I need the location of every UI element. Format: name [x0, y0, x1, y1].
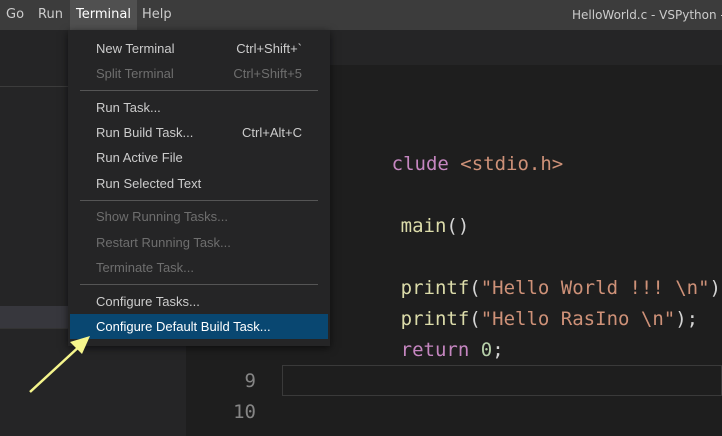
paren-close: );: [675, 308, 699, 330]
menu-separator: [80, 200, 318, 201]
terminal-menu: New Terminal Ctrl+Shift+` Split Terminal…: [68, 30, 330, 346]
menu-new-terminal[interactable]: New Terminal Ctrl+Shift+`: [70, 36, 328, 61]
menu-bar: Go Run Terminal Help HelloWorld.c - VSPy…: [0, 0, 722, 30]
menu-terminal[interactable]: Terminal: [70, 0, 137, 30]
menu-configure-tasks[interactable]: Configure Tasks...: [70, 289, 328, 314]
menu-item-label: Configure Default Build Task...: [96, 319, 271, 334]
line-number-10: 10: [233, 401, 256, 423]
menu-item-label: Run Build Task...: [96, 125, 194, 140]
menu-run-selected-text[interactable]: Run Selected Text: [70, 171, 328, 196]
menu-run-build-task[interactable]: Run Build Task... Ctrl+Alt+C: [70, 120, 328, 145]
menu-item-shortcut: Ctrl+Shift+`: [236, 41, 302, 56]
menu-item-label: Terminate Task...: [96, 260, 195, 275]
menu-run-active-file[interactable]: Run Active File: [70, 145, 328, 170]
menu-item-label: Run Task...: [96, 100, 161, 115]
menu-item-label: Run Active File: [96, 150, 183, 165]
menu-item-label: Restart Running Task...: [96, 235, 231, 250]
menu-go[interactable]: Go: [0, 0, 30, 30]
menu-item-label: New Terminal: [96, 41, 175, 56]
menu-item-label: Split Terminal: [96, 66, 174, 81]
menu-configure-default-build-task[interactable]: Configure Default Build Task...: [70, 314, 328, 339]
current-line-highlight: [282, 365, 722, 396]
menu-item-label: Show Running Tasks...: [96, 209, 228, 224]
menu-run-task[interactable]: Run Task...: [70, 95, 328, 120]
menu-item-label: Configure Tasks...: [96, 294, 200, 309]
menu-help[interactable]: Help: [136, 0, 178, 30]
menu-separator: [80, 90, 318, 91]
menu-item-shortcut: Ctrl+Shift+5: [233, 66, 302, 81]
menu-split-terminal[interactable]: Split Terminal Ctrl+Shift+5: [70, 61, 328, 86]
menu-terminate-task[interactable]: Terminate Task...: [70, 255, 328, 280]
menu-show-running-tasks[interactable]: Show Running Tasks...: [70, 204, 328, 229]
menu-item-shortcut: Ctrl+Alt+C: [242, 125, 302, 140]
menu-restart-running-task[interactable]: Restart Running Task...: [70, 230, 328, 255]
window-title: HelloWorld.c - VSPython - V: [572, 8, 722, 22]
string-literal-2: "Hello RasIno \n": [480, 308, 676, 330]
menu-run[interactable]: Run: [32, 0, 69, 30]
menu-item-label: Run Selected Text: [96, 176, 202, 191]
menu-separator: [80, 284, 318, 285]
